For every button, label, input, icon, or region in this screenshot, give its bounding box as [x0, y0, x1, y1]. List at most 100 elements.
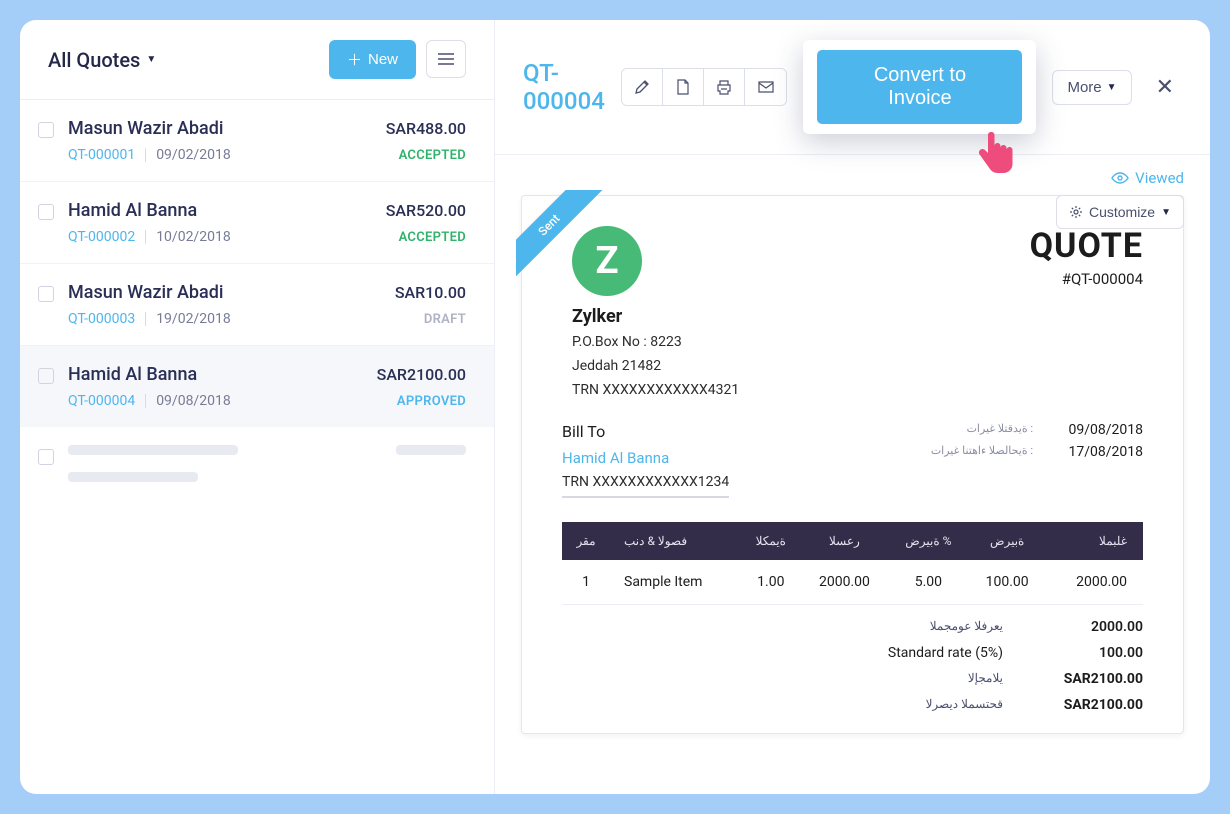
- line-items-table: مقر فصولا & دنب ةيمكلا رعسلا ةبيرض % ةبي…: [562, 522, 1143, 605]
- balance-due-label: قحتسملا ديصرلا: [843, 697, 1003, 713]
- quote-detail-panel: QT-000004 Convert to Invoice: [495, 20, 1210, 794]
- edit-button[interactable]: [622, 69, 663, 105]
- quote-date: 10/02/2018: [156, 229, 231, 245]
- viewed-label: Viewed: [1135, 169, 1184, 187]
- customize-label: Customize: [1089, 204, 1155, 220]
- document-type-block: QUOTE #QT-000004: [1030, 226, 1143, 288]
- more-dropdown[interactable]: More ▼: [1052, 70, 1131, 105]
- hamburger-icon: [438, 53, 454, 65]
- subtotal-label: يعرفلا عومجملا: [843, 619, 1003, 635]
- more-label: More: [1067, 79, 1101, 96]
- pdf-button[interactable]: [663, 69, 704, 105]
- row-checkbox[interactable]: [38, 204, 54, 220]
- all-quotes-label: All Quotes: [48, 48, 140, 72]
- quote-row[interactable]: Hamid Al Banna SAR520.00 QT-000002 10/02…: [20, 182, 494, 264]
- new-quote-button[interactable]: ＋ New: [329, 40, 416, 79]
- cell-number: 1: [562, 560, 610, 605]
- all-quotes-dropdown[interactable]: All Quotes ▼: [48, 48, 156, 72]
- new-button-label: New: [368, 51, 398, 68]
- quote-amount: SAR488.00: [386, 119, 466, 138]
- col-rate: رعسلا: [801, 522, 888, 560]
- pdf-icon: [676, 79, 690, 95]
- mail-button[interactable]: [745, 69, 786, 105]
- chevron-down-icon: ▼: [146, 54, 156, 65]
- total-label: يلامجإلا: [843, 671, 1003, 687]
- separator: [145, 312, 146, 326]
- col-number: مقر: [562, 522, 610, 560]
- tax-rate-value: 100.00: [1043, 645, 1143, 661]
- viewed-indicator: Viewed: [521, 169, 1184, 187]
- plus-icon: ＋: [347, 49, 362, 70]
- quote-date-label: ةيدقتلا غيرات :: [967, 422, 1033, 438]
- row-checkbox[interactable]: [38, 368, 54, 384]
- row-checkbox[interactable]: [38, 122, 54, 138]
- print-button[interactable]: [704, 69, 745, 105]
- pencil-icon: [634, 79, 650, 95]
- cell-tax-pct: 5.00: [888, 560, 969, 605]
- col-qty: ةيمكلا: [741, 522, 801, 560]
- list-options-button[interactable]: [426, 40, 466, 78]
- chevron-down-icon: ▼: [1107, 82, 1117, 93]
- ribbon-label: Sent: [516, 190, 604, 280]
- col-tax-pct: ةبيرض %: [888, 522, 969, 560]
- quote-id: QT-000004: [68, 393, 135, 409]
- cell-tax: 100.00: [969, 560, 1046, 605]
- document-type-label: QUOTE: [1030, 226, 1143, 266]
- quote-row[interactable]: Masun Wazir Abadi SAR10.00 QT-000003 19/…: [20, 264, 494, 346]
- quote-list-panel: All Quotes ▼ ＋ New Masun Wazir Abadi SAR…: [20, 20, 495, 794]
- convert-to-invoice-button[interactable]: Convert to Invoice: [817, 50, 1022, 124]
- detail-body: Viewed Sent Customize ▼ Z Zylker P.O.Box…: [495, 155, 1210, 794]
- quote-date: 09/02/2018: [156, 147, 231, 163]
- expiry-date-value: 17/08/2018: [1063, 444, 1143, 460]
- quote-amount: SAR10.00: [395, 283, 466, 302]
- quote-row[interactable]: Hamid Al Banna SAR2100.00 QT-000004 09/0…: [20, 346, 494, 427]
- quote-id: QT-000003: [68, 311, 135, 327]
- quote-amount: SAR2100.00: [377, 365, 466, 384]
- balance-due-value: SAR2100.00: [1043, 697, 1143, 713]
- document-number: #QT-000004: [1030, 270, 1143, 288]
- chevron-down-icon: ▼: [1161, 207, 1171, 218]
- quote-id: QT-000002: [68, 229, 135, 245]
- company-trn: TRN XXXXXXXXXXXX4321: [572, 379, 739, 403]
- company-address-2: Jeddah 21482: [572, 355, 739, 379]
- quote-row[interactable]: Masun Wazir Abadi SAR488.00 QT-000001 09…: [20, 100, 494, 182]
- company-address-1: P.O.Box No : 8223: [572, 331, 739, 355]
- quote-date-value: 09/08/2018: [1063, 422, 1143, 438]
- cell-rate: 2000.00: [801, 560, 888, 605]
- bill-to-block: Bill To Hamid Al Banna TRN XXXXXXXXXXXX1…: [562, 422, 729, 498]
- quote-id: QT-000001: [68, 147, 135, 163]
- customer-name: Hamid Al Banna: [68, 364, 197, 385]
- row-checkbox[interactable]: [38, 286, 54, 302]
- cell-amount: 2000.00: [1046, 560, 1143, 605]
- close-button[interactable]: ✕: [1148, 70, 1182, 104]
- quote-document: Sent Customize ▼ Z Zylker P.O.Box No : 8…: [521, 195, 1184, 734]
- line-item-row: 1 Sample Item 1.00 2000.00 5.00 100.00 2…: [562, 560, 1143, 605]
- right-header: QT-000004 Convert to Invoice: [495, 20, 1210, 155]
- convert-button-label: Convert to Invoice: [874, 64, 966, 109]
- col-tax: ةبيرض: [969, 522, 1046, 560]
- bill-to-title: Bill To: [562, 422, 729, 441]
- subtotal-value: 2000.00: [1043, 619, 1143, 635]
- separator: [145, 394, 146, 408]
- quote-amount: SAR520.00: [386, 201, 466, 220]
- customer-name: Hamid Al Banna: [68, 200, 197, 221]
- convert-button-highlight: Convert to Invoice: [803, 40, 1036, 134]
- status-badge: ACCEPTED: [399, 148, 466, 163]
- sent-ribbon: Sent: [516, 190, 606, 280]
- customize-button[interactable]: Customize ▼: [1056, 195, 1184, 229]
- status-badge: DRAFT: [424, 312, 466, 327]
- mail-icon: [758, 81, 774, 93]
- company-name: Zylker: [572, 306, 739, 327]
- expiry-date-label: ةيحالصلا ءاهتنا غيرات :: [931, 444, 1033, 460]
- close-icon: ✕: [1156, 74, 1174, 99]
- tax-rate-label: Standard rate (5%): [843, 645, 1003, 661]
- col-item: فصولا & دنب: [610, 522, 741, 560]
- cell-item-name: Sample Item: [610, 560, 741, 605]
- separator: [145, 148, 146, 162]
- eye-icon: [1111, 172, 1129, 184]
- quote-detail-title: QT-000004: [523, 59, 605, 115]
- skeleton-row: [20, 427, 494, 504]
- left-header: All Quotes ▼ ＋ New: [20, 20, 494, 100]
- quote-date: 09/08/2018: [156, 393, 231, 409]
- quote-date: 19/02/2018: [156, 311, 231, 327]
